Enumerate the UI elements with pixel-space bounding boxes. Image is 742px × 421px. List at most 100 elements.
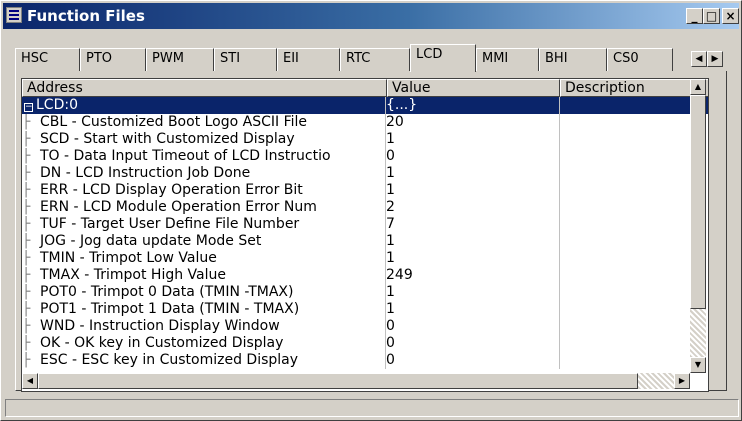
address-cell[interactable]: ├ JOG - Jog data update Mode Set <box>22 233 382 250</box>
table-row[interactable]: ├ DN - LCD Instruction Job Done 1 <box>22 165 708 182</box>
address-cell[interactable]: ├ ERN - LCD Module Operation Error Num <box>22 199 382 216</box>
value-cell[interactable]: 0 <box>386 148 556 165</box>
table-row[interactable]: ├ POT1 - Trimpot 1 Data (TMIN - TMAX) 1 <box>22 301 708 318</box>
tab-scroll-left-icon[interactable]: ◀ <box>691 51 707 67</box>
value-cell[interactable]: 1 <box>386 250 556 267</box>
table-row[interactable]: ├ WND - Instruction Display Window 0 <box>22 318 708 335</box>
value-cell[interactable]: 2 <box>386 199 556 216</box>
tree-line-icon: ├ <box>22 284 31 300</box>
table-row[interactable]: ├ JOG - Jog data update Mode Set 1 <box>22 233 708 250</box>
description-cell[interactable] <box>561 250 708 267</box>
address-cell[interactable]: ├ POT0 - Trimpot 0 Data (TMIN -TMAX) <box>22 284 382 301</box>
description-cell[interactable] <box>561 148 708 165</box>
maximize-button[interactable]: □ <box>703 8 720 24</box>
address-cell[interactable]: ├ SCD - Start with Customized Display <box>22 131 382 148</box>
address-cell[interactable]: ├ OK - OK key in Customized Display <box>22 335 382 352</box>
minimize-button[interactable]: _ <box>686 8 703 24</box>
address-cell[interactable]: − LCD:0 <box>22 97 382 114</box>
data-grid: Address Value Description − LCD:0 {...} ├ … <box>21 78 709 392</box>
table-row[interactable]: ├ ERN - LCD Module Operation Error Num 2 <box>22 199 708 216</box>
value-cell[interactable]: 1 <box>386 182 556 199</box>
scroll-up-icon[interactable]: ▲ <box>690 79 706 95</box>
tree-line-icon: ├ <box>22 182 31 198</box>
value-cell[interactable]: 0 <box>386 335 556 352</box>
column-header-description[interactable]: Description <box>560 79 708 97</box>
description-cell[interactable] <box>561 352 708 369</box>
description-cell[interactable] <box>561 199 708 216</box>
value-cell[interactable]: 1 <box>386 131 556 148</box>
status-bar <box>5 399 739 417</box>
address-cell[interactable]: ├ TMAX - Trimpot High Value <box>22 267 382 284</box>
horizontal-scrollbar[interactable]: ◀ ▶ <box>22 373 690 389</box>
tab-scroll-right-icon[interactable]: ▶ <box>707 51 723 67</box>
address-cell[interactable]: ├ DN - LCD Instruction Job Done <box>22 165 382 182</box>
column-header-address[interactable]: Address <box>22 79 387 97</box>
value-cell[interactable]: 20 <box>386 114 556 131</box>
address-cell[interactable]: ├ TUF - Target User Define File Number <box>22 216 382 233</box>
table-row[interactable]: ├ CBL - Customized Boot Logo ASCII File 2… <box>22 114 708 131</box>
description-cell[interactable] <box>561 182 708 199</box>
tab-pto[interactable]: PTO <box>80 48 146 71</box>
description-cell[interactable] <box>561 131 708 148</box>
address-cell[interactable]: ├ ESC - ESC key in Customized Display <box>22 352 382 369</box>
description-cell[interactable] <box>561 318 708 335</box>
grid-rows: − LCD:0 {...} ├ CBL - Customized Boot Logo… <box>22 97 708 369</box>
vertical-scrollbar[interactable]: ▲ ▼ <box>690 79 706 373</box>
description-cell[interactable] <box>561 301 708 318</box>
column-header-value[interactable]: Value <box>387 79 560 97</box>
value-cell[interactable]: 1 <box>386 284 556 301</box>
address-cell[interactable]: ├ WND - Instruction Display Window <box>22 318 382 335</box>
address-cell[interactable]: ├ POT1 - Trimpot 1 Data (TMIN - TMAX) <box>22 301 382 318</box>
tab-pwm[interactable]: PWM <box>146 48 214 71</box>
address-text: POT1 - Trimpot 1 Data (TMIN - TMAX) <box>40 301 300 317</box>
value-cell[interactable]: 0 <box>386 352 556 369</box>
table-row[interactable]: ├ OK - OK key in Customized Display 0 <box>22 335 708 352</box>
value-cell[interactable]: 1 <box>386 165 556 182</box>
address-cell[interactable]: ├ TMIN - Trimpot Low Value <box>22 250 382 267</box>
scroll-thumb[interactable] <box>690 95 706 309</box>
tab-mmi[interactable]: MMI <box>476 48 539 71</box>
collapse-icon[interactable]: − <box>24 103 33 112</box>
table-row[interactable]: ├ SCD - Start with Customized Display 1 <box>22 131 708 148</box>
table-row[interactable]: ├ TO - Data Input Timeout of LCD Instruc… <box>22 148 708 165</box>
scroll-left-icon[interactable]: ◀ <box>22 373 38 389</box>
tab-sti[interactable]: STI <box>214 48 277 71</box>
description-cell[interactable] <box>561 165 708 182</box>
title-bar[interactable]: Function Files _ □ × <box>3 3 739 29</box>
description-cell[interactable] <box>561 335 708 352</box>
tab-cs0[interactable]: CS0 <box>607 48 673 71</box>
tab-eii[interactable]: EII <box>277 48 340 71</box>
description-cell[interactable] <box>561 284 708 301</box>
table-row[interactable]: ├ TUF - Target User Define File Number 7 <box>22 216 708 233</box>
address-text: ERR - LCD Display Operation Error Bit <box>40 182 303 198</box>
table-row[interactable]: ├ TMIN - Trimpot Low Value 1 <box>22 250 708 267</box>
value-cell[interactable]: 249 <box>386 267 556 284</box>
tab-hsc[interactable]: HSC <box>15 48 80 71</box>
address-cell[interactable]: ├ CBL - Customized Boot Logo ASCII File <box>22 114 382 131</box>
tab-bhi[interactable]: BHI <box>539 48 607 71</box>
scroll-down-icon[interactable]: ▼ <box>690 357 706 373</box>
horizontal-scroll-thumb[interactable] <box>38 373 638 389</box>
table-row[interactable]: ├ POT0 - Trimpot 0 Data (TMIN -TMAX) 1 <box>22 284 708 301</box>
table-row[interactable]: − LCD:0 {...} <box>22 97 708 114</box>
tab-lcd[interactable]: LCD <box>410 44 476 72</box>
description-cell[interactable] <box>561 97 708 114</box>
value-cell[interactable]: 7 <box>386 216 556 233</box>
value-cell[interactable]: 0 <box>386 318 556 335</box>
value-cell[interactable]: {...} <box>386 97 556 114</box>
scroll-track[interactable] <box>690 309 706 357</box>
table-row[interactable]: ├ ESC - ESC key in Customized Display 0 <box>22 352 708 369</box>
description-cell[interactable] <box>561 216 708 233</box>
value-cell[interactable]: 1 <box>386 233 556 250</box>
scroll-right-icon[interactable]: ▶ <box>674 373 690 389</box>
description-cell[interactable] <box>561 114 708 131</box>
description-cell[interactable] <box>561 267 708 284</box>
value-cell[interactable]: 1 <box>386 301 556 318</box>
table-row[interactable]: ├ TMAX - Trimpot High Value 249 <box>22 267 708 284</box>
table-row[interactable]: ├ ERR - LCD Display Operation Error Bit 1 <box>22 182 708 199</box>
close-button[interactable]: × <box>722 8 739 24</box>
description-cell[interactable] <box>561 233 708 250</box>
tab-rtc[interactable]: RTC <box>340 48 410 71</box>
address-cell[interactable]: ├ TO - Data Input Timeout of LCD Instruc… <box>22 148 382 165</box>
address-cell[interactable]: ├ ERR - LCD Display Operation Error Bit <box>22 182 382 199</box>
